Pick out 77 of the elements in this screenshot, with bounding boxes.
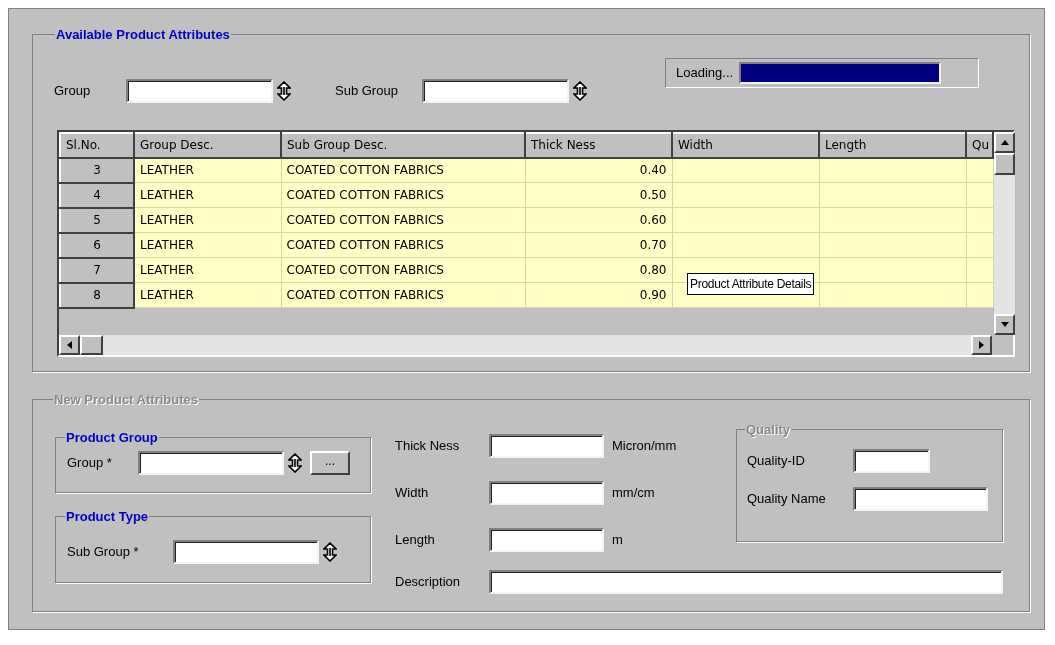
column-header[interactable]: Length: [819, 132, 966, 158]
row-number: 8: [60, 282, 134, 308]
unit-label: Micron/mm: [612, 436, 677, 455]
up-down-arrow-icon: [323, 542, 337, 562]
table-cell: LEATHER: [134, 257, 281, 283]
input-field[interactable]: [489, 569, 1003, 594]
table-cell: LEATHER: [134, 207, 281, 233]
down-arrow-icon: [1000, 321, 1009, 327]
group-title: Product Group: [65, 428, 159, 447]
unit-label: mm/cm: [612, 483, 655, 502]
field-label: Quality Name: [747, 490, 827, 509]
table-cell: COATED COTTON FABRICS: [281, 207, 525, 233]
table-cell: 0.70: [525, 232, 672, 258]
scroll-thumb[interactable]: [80, 334, 103, 355]
right-arrow-icon: [979, 340, 984, 349]
vertical-scrollbar[interactable]: [994, 131, 1015, 335]
left-arrow-icon: [67, 340, 72, 349]
column-header[interactable]: Thick Ness: [525, 132, 672, 158]
table-cell: LEATHER: [134, 232, 281, 258]
table-cell: 0.50: [525, 182, 672, 208]
input-field[interactable]: [853, 487, 988, 511]
column-header[interactable]: Sl.No.: [60, 132, 134, 158]
input-field[interactable]: [853, 449, 930, 473]
input-field[interactable]: [126, 78, 273, 103]
up-arrow-icon: [1000, 139, 1009, 145]
loading-label: Loading...: [676, 63, 734, 82]
table-cell: COATED COTTON FABRICS: [281, 282, 525, 308]
group-title: Product Type: [65, 507, 150, 526]
field-label: Group: [54, 81, 92, 100]
field-label: Width: [395, 483, 430, 502]
input-field[interactable]: [489, 433, 604, 458]
table-cell: LEATHER: [134, 157, 281, 183]
horizontal-scrollbar[interactable]: [59, 334, 992, 355]
input-field[interactable]: [138, 451, 284, 475]
column-header[interactable]: Sub Group Desc.: [281, 132, 525, 158]
scroll-up-button[interactable]: [994, 131, 1015, 153]
table-cell: 0.90: [525, 282, 672, 308]
table-cell: LEATHER: [134, 182, 281, 208]
table-cell: COATED COTTON FABRICS: [281, 257, 525, 283]
input-field[interactable]: [489, 480, 604, 505]
input-field[interactable]: [422, 78, 569, 103]
scroll-left-button[interactable]: [59, 334, 80, 355]
unit-label: m: [612, 530, 623, 549]
input-field[interactable]: [173, 540, 319, 564]
scroll-down-button[interactable]: [994, 313, 1015, 335]
column-header[interactable]: Group Desc.: [134, 132, 281, 158]
row-number: 3: [60, 157, 134, 183]
scroll-right-button[interactable]: [971, 334, 992, 355]
field-label: Sub Group: [335, 81, 399, 100]
row-number: 5: [60, 207, 134, 233]
scroll-thumb[interactable]: [994, 152, 1015, 175]
up-down-arrow-icon: [573, 80, 587, 101]
field-label: Thick Ness: [395, 436, 461, 455]
table-cell: 0.80: [525, 257, 672, 283]
input-field[interactable]: [489, 527, 604, 552]
field-label: Group *: [67, 454, 113, 473]
field-label: Quality-ID: [747, 452, 806, 471]
field-label: Sub Group *: [67, 543, 140, 562]
row-number: 7: [60, 257, 134, 283]
column-header[interactable]: Width: [672, 132, 819, 158]
row-number: 6: [60, 232, 134, 258]
table-cell: COATED COTTON FABRICS: [281, 232, 525, 258]
table-cell: 0.40: [525, 157, 672, 183]
column-header[interactable]: Qu: [966, 132, 993, 158]
group-title: Quality: [745, 420, 792, 439]
table-cell: COATED COTTON FABRICS: [281, 182, 525, 208]
group-title: New Product Attributes: [53, 391, 199, 409]
field-label: Description: [395, 572, 462, 591]
tooltip: Product Attribute Details: [687, 272, 815, 295]
table-cell: 0.60: [525, 207, 672, 233]
group-title: Available Product Attributes: [55, 26, 231, 44]
row-number: 4: [60, 182, 134, 208]
up-down-arrow-icon: [277, 80, 291, 101]
table-cell: LEATHER: [134, 282, 281, 308]
table-cell: COATED COTTON FABRICS: [281, 157, 525, 183]
up-down-arrow-icon: [288, 453, 302, 473]
field-label: Length: [395, 530, 436, 549]
